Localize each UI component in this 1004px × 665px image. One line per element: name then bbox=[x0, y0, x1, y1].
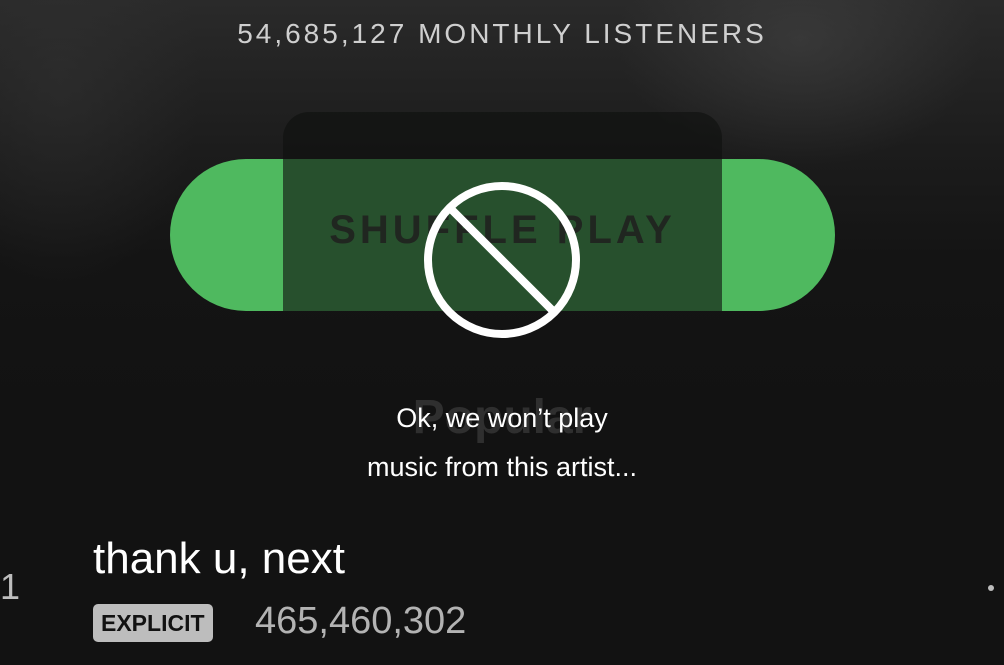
track-number: 1 bbox=[0, 566, 21, 607]
toast-message: Ok, we won’t play music from this artist… bbox=[0, 394, 1004, 492]
explicit-badge: EXPLICIT bbox=[93, 604, 213, 642]
toast-message-line-2: music from this artist... bbox=[366, 452, 638, 482]
track-title[interactable]: thank u, next bbox=[93, 534, 345, 584]
monthly-listeners: 54,685,127 MONTHLY LISTENERS bbox=[237, 18, 767, 49]
track-play-count: 465,460,302 bbox=[255, 600, 467, 642]
block-icon bbox=[424, 182, 580, 338]
toast-message-line-1: Ok, we won’t play bbox=[396, 403, 608, 433]
more-options-icon[interactable] bbox=[988, 585, 994, 591]
